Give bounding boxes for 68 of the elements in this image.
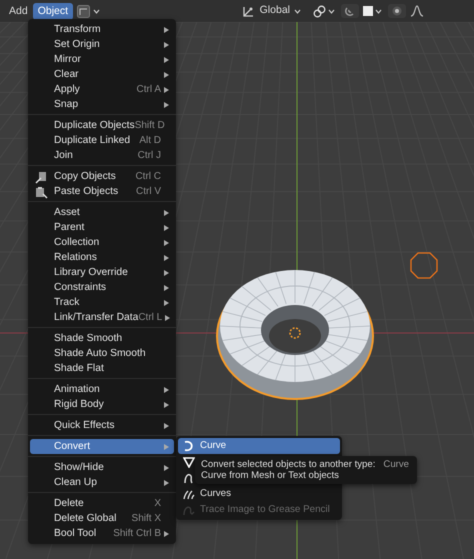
menu-item[interactable]: Mirror — [30, 52, 174, 67]
hair-curves-icon — [183, 488, 195, 500]
stroke-icon — [183, 504, 195, 516]
menu-item[interactable]: Shade Smooth — [30, 331, 174, 346]
menu-item[interactable]: Convert — [30, 439, 174, 454]
falloff-icon — [410, 5, 424, 17]
menu-item[interactable]: Track — [30, 295, 174, 310]
menu-item[interactable]: Curve — [178, 438, 340, 454]
menu-item[interactable]: Collection — [30, 235, 174, 250]
shortcut-text: Ctrl A — [136, 83, 161, 97]
menu-item[interactable]: Delete X — [30, 496, 174, 511]
menu-item[interactable]: Apply Ctrl A — [30, 82, 174, 97]
menu-item[interactable]: Bool Tool Shift Ctrl B — [30, 526, 174, 541]
copy-icon — [35, 170, 48, 184]
caret-icon — [375, 8, 382, 14]
snap-target-icon — [363, 6, 373, 16]
menu-item[interactable]: Quick Effects — [30, 418, 174, 433]
shortcut-text: Shift X — [132, 512, 161, 526]
menu-item[interactable]: Set Origin — [30, 37, 174, 52]
proportional-editing-icon — [391, 5, 403, 17]
orientation-dropdown[interactable]: Global — [260, 3, 301, 19]
shortcut-text: X — [154, 497, 161, 511]
menu-item[interactable]: Curves — [178, 486, 340, 502]
menu-item[interactable]: Rigid Body — [30, 397, 174, 412]
menu-item[interactable]: Show/Hide — [30, 460, 174, 475]
menu-item[interactable]: Relations — [30, 250, 174, 265]
transform-orientation-icon — [242, 4, 255, 18]
menu-item[interactable]: Asset — [30, 205, 174, 220]
tooltip-title: Convert selected objects to another type: — [201, 459, 376, 470]
curve-icon[interactable] — [183, 472, 195, 484]
menu-item[interactable]: Paste Objects Ctrl V — [30, 184, 174, 199]
menu-item[interactable]: Shade Flat — [30, 361, 174, 376]
menu-item[interactable]: Clear — [30, 67, 174, 82]
menu-item[interactable]: Clean Up — [30, 475, 174, 490]
shortcut-text: Shift Ctrl B — [113, 527, 161, 541]
mesh-icon[interactable] — [183, 456, 195, 468]
caret-icon — [93, 8, 100, 14]
menu-item[interactable]: Join Ctrl J — [30, 148, 174, 163]
menu-item[interactable]: Copy Objects Ctrl C — [30, 169, 174, 184]
paste-icon — [35, 186, 48, 199]
menu-item[interactable]: Library Override — [30, 265, 174, 280]
menu-item[interactable]: Shade Auto Smooth — [30, 346, 174, 361]
snap-icon — [344, 5, 356, 17]
shortcut-text: Ctrl L — [138, 311, 162, 325]
header-menu[interactable]: Object — [32, 2, 74, 20]
caret-icon — [328, 8, 335, 14]
shortcut-text: Ctrl J — [138, 149, 161, 163]
pivot-point-icon — [313, 4, 326, 18]
menu-item[interactable]: Parent — [30, 220, 174, 235]
menu-item[interactable]: Link/Transfer DataCtrl L — [30, 310, 174, 325]
header-menu[interactable]: Add — [4, 2, 33, 20]
menu-item[interactable]: Duplicate ObjectsShift D — [30, 118, 174, 133]
curve-object-drawing — [410, 252, 438, 279]
curve-icon — [183, 440, 195, 452]
menu-item[interactable]: Delete Global Shift X — [30, 511, 174, 526]
shortcut-text: Alt D — [139, 134, 161, 148]
menu-item[interactable]: Snap — [30, 97, 174, 112]
tooltip-description: Curve from Mesh or Text objects — [201, 470, 340, 481]
menu-item[interactable]: Transform — [30, 22, 174, 37]
menu-item[interactable]: Duplicate Linked Alt D — [30, 133, 174, 148]
shortcut-text: Ctrl C — [135, 170, 161, 184]
menu-item[interactable]: Animation — [30, 382, 174, 397]
shortcut-text: Ctrl V — [136, 185, 161, 199]
menu-item[interactable]: Constraints — [30, 280, 174, 295]
shortcut-text: Shift D — [134, 119, 165, 133]
select-mode-icon — [77, 4, 90, 18]
tooltip-value: Curve — [383, 459, 409, 470]
caret-icon — [294, 8, 301, 14]
